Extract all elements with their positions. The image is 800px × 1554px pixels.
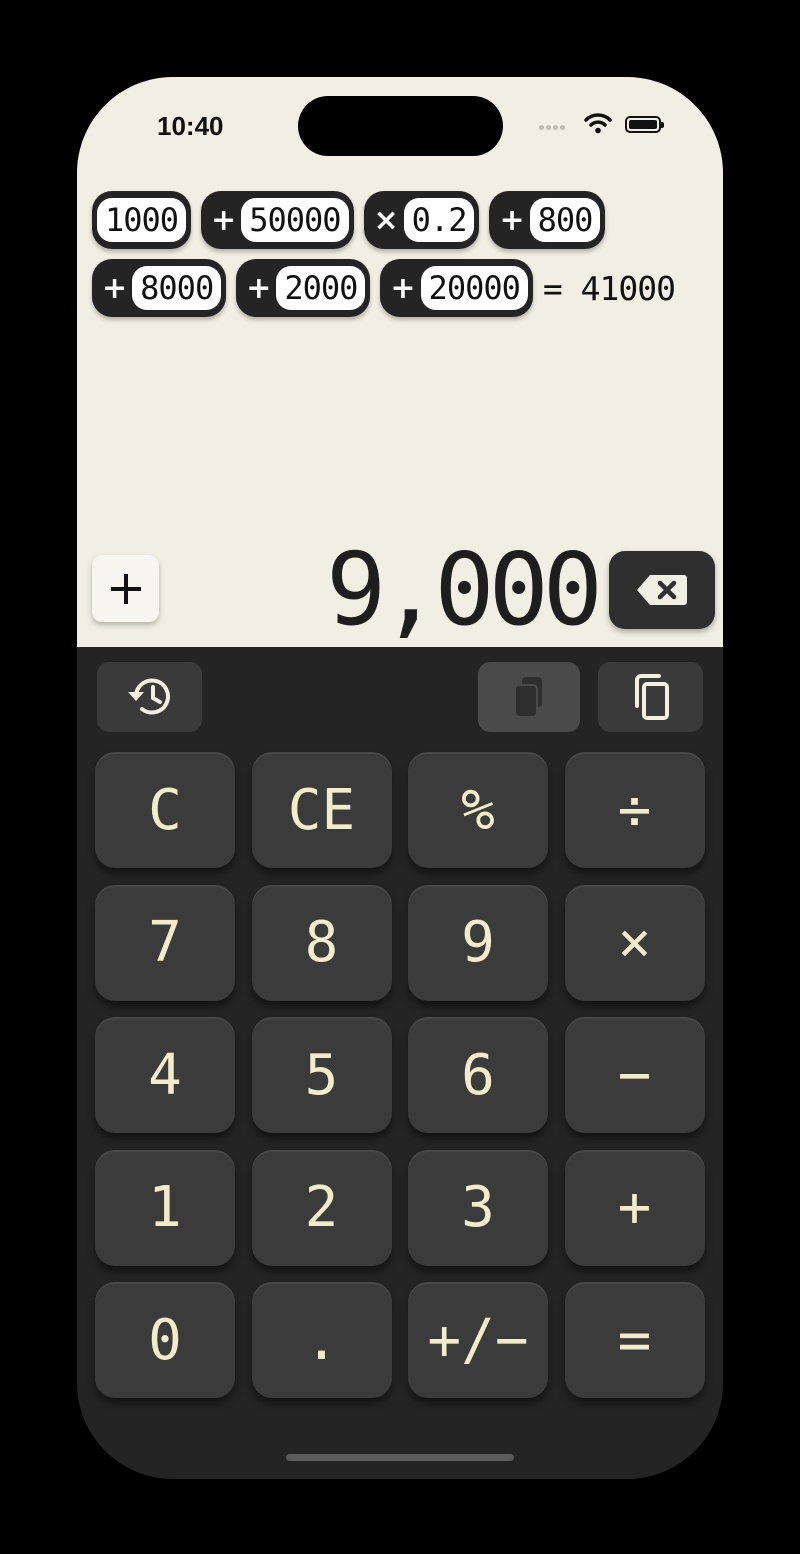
- digit-1-button[interactable]: 1: [95, 1149, 235, 1266]
- battery-icon: [625, 116, 664, 133]
- history-icon: [127, 678, 170, 715]
- paste-icon: [514, 677, 542, 718]
- digit-9-button[interactable]: 9: [408, 884, 548, 1001]
- plus-icon: [110, 573, 141, 604]
- tape-chip-value: 0.2: [403, 198, 475, 242]
- tape-chip[interactable]: +50000: [201, 191, 354, 249]
- tape-chip-operator: +: [499, 202, 525, 238]
- copy-icon: [634, 674, 669, 720]
- tape-chip-operator: +: [390, 270, 416, 306]
- tape-chip[interactable]: 1000: [92, 191, 192, 249]
- tape-chip-value: 2000: [276, 266, 366, 310]
- tape-chip-operator: +: [246, 270, 272, 306]
- sign-toggle-button[interactable]: +/−: [408, 1282, 548, 1398]
- decimal-button[interactable]: .: [251, 1282, 392, 1398]
- tape-chip-value: 1000: [97, 198, 187, 242]
- tape-chip-operator: +: [102, 270, 128, 306]
- dynamic-island: [298, 96, 503, 156]
- digit-4-button[interactable]: 4: [95, 1017, 235, 1133]
- digit-5-button[interactable]: 5: [251, 1017, 392, 1133]
- digit-3-button[interactable]: 3: [408, 1149, 548, 1266]
- digit-8-button[interactable]: 8: [251, 884, 392, 1001]
- main-display-value: 9,000: [325, 531, 603, 648]
- tape-chip-operator: ×: [373, 202, 399, 238]
- tape-chip-value: 50000: [241, 198, 349, 242]
- digit-7-button[interactable]: 7: [95, 884, 235, 1001]
- digit-0-button[interactable]: 0: [95, 1282, 235, 1398]
- equals-button[interactable]: =: [564, 1282, 705, 1398]
- backspace-icon: [637, 575, 687, 605]
- tape-row: +8000 +2000 +20000 = 41000: [92, 257, 712, 319]
- tape-chip[interactable]: × 0.2: [363, 191, 480, 249]
- paste-button[interactable]: [478, 662, 580, 732]
- phone-screen: 10:40 1000 +50000 × 0.2 +800 +8000 +2000 +2000…: [77, 77, 723, 1479]
- digit-2-button[interactable]: 2: [251, 1149, 392, 1266]
- backspace-button[interactable]: [609, 551, 715, 629]
- tape-chip-operator: +: [211, 202, 237, 238]
- divide-button[interactable]: ÷: [564, 752, 705, 868]
- tape-chip-value: 20000: [420, 266, 528, 310]
- tape-chip-value: 8000: [132, 266, 222, 310]
- display-area: 10:40 1000 +50000 × 0.2 +800 +8000 +2000 +2000…: [77, 77, 723, 647]
- home-indicator: [286, 1454, 514, 1461]
- tape-row: 1000 +50000 × 0.2 +800: [92, 189, 712, 251]
- copy-button[interactable]: [598, 662, 703, 732]
- add-button[interactable]: [92, 555, 159, 622]
- subtract-button[interactable]: −: [564, 1017, 705, 1133]
- multiply-button[interactable]: ×: [564, 884, 705, 1001]
- tape-chip-value: 800: [529, 198, 601, 242]
- signal-icon: [539, 125, 573, 133]
- wifi-icon: [584, 113, 612, 134]
- add-operator-button[interactable]: +: [564, 1149, 705, 1266]
- digit-6-button[interactable]: 6: [408, 1017, 548, 1133]
- tape-chip[interactable]: +8000: [92, 259, 227, 317]
- clear-button[interactable]: C: [95, 752, 235, 868]
- tape-result: = 41000: [542, 268, 676, 308]
- history-button[interactable]: [97, 662, 202, 732]
- percent-button[interactable]: %: [408, 752, 548, 868]
- tape-chip[interactable]: +20000: [380, 259, 533, 317]
- calculation-tape: 1000 +50000 × 0.2 +800 +8000 +2000 +20000 = 410…: [92, 189, 712, 325]
- tape-chip[interactable]: +2000: [236, 259, 371, 317]
- tape-chip[interactable]: +800: [489, 191, 606, 249]
- clear-entry-button[interactable]: CE: [251, 752, 392, 868]
- status-time: 10:40: [157, 111, 224, 141]
